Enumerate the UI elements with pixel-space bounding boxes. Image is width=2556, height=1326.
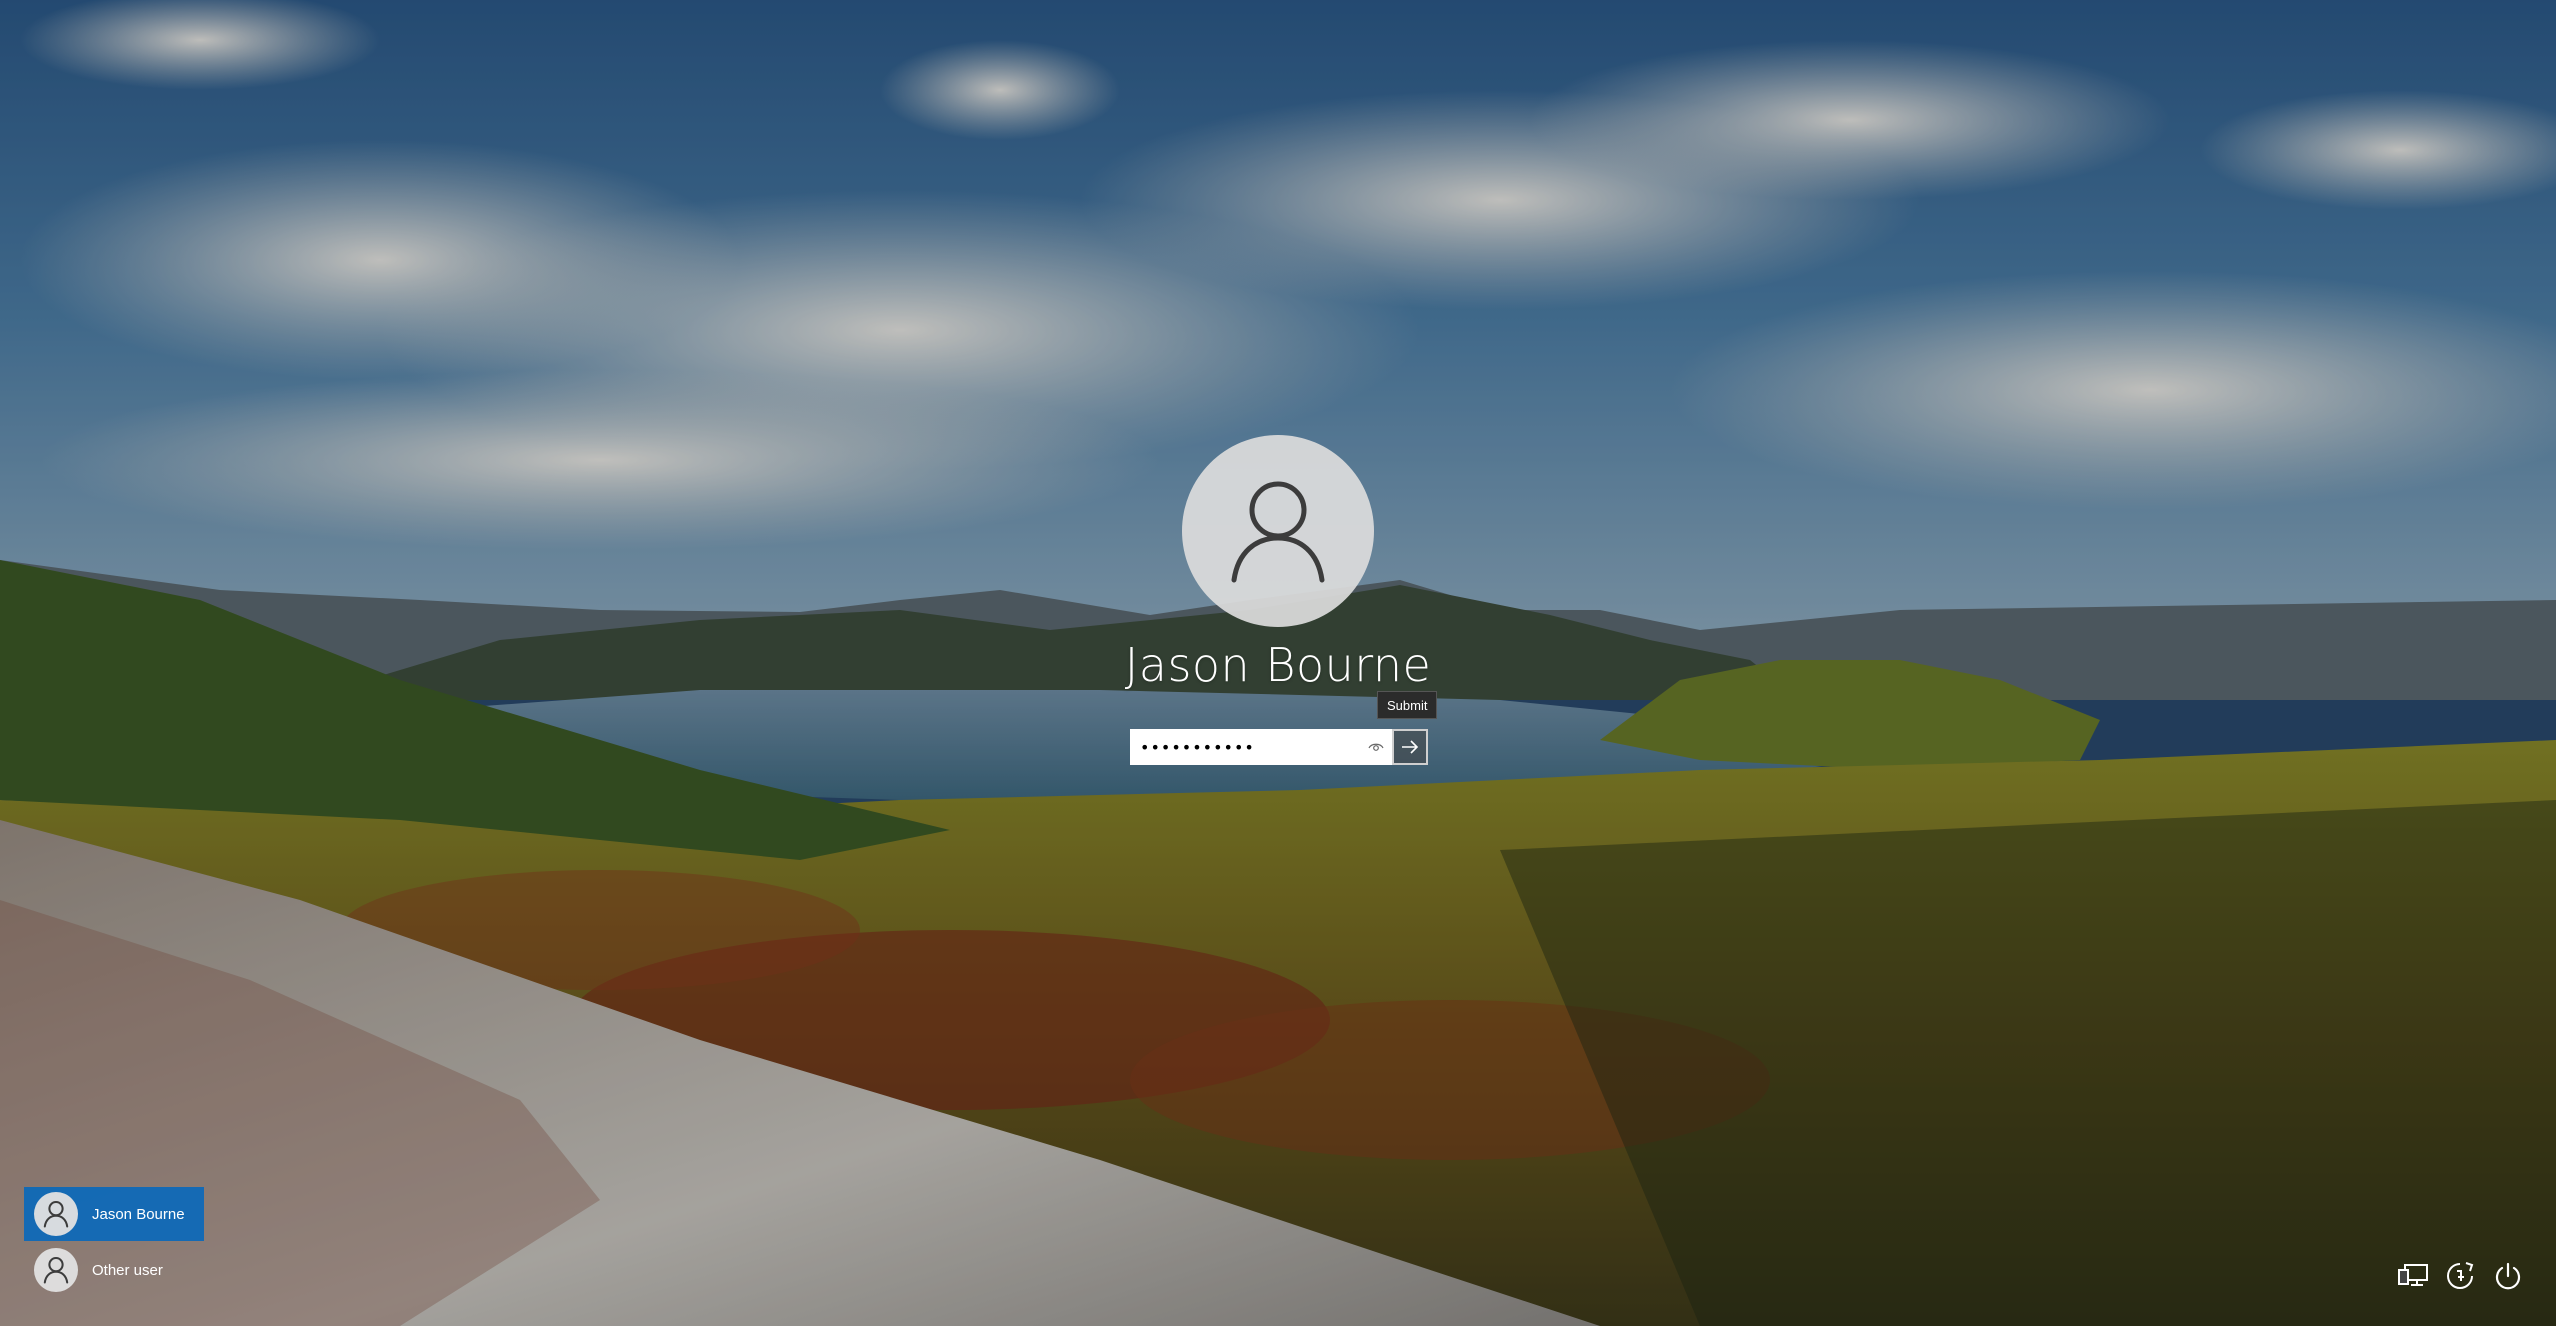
user-silhouette-icon: [1231, 481, 1325, 583]
user-switch-other-user[interactable]: Other user: [24, 1243, 204, 1297]
user-switch-label: Other user: [92, 1261, 163, 1279]
user-avatar-large: [1182, 435, 1374, 627]
reveal-password-button[interactable]: [1362, 731, 1390, 763]
user-switch-jason-bourne[interactable]: Jason Bourne: [24, 1187, 204, 1241]
password-field[interactable]: [1132, 732, 1362, 762]
avatar: [34, 1248, 78, 1292]
ease-of-access-icon: [2447, 1262, 2474, 1289]
user-silhouette-icon: [43, 1201, 69, 1228]
eye-icon: [1368, 743, 1384, 751]
user-switch-label: Jason Bourne: [92, 1205, 185, 1223]
submit-button[interactable]: [1392, 729, 1428, 765]
submit-tooltip: Submit: [1377, 691, 1438, 719]
user-switcher-list: Jason Bourne Other user: [24, 1187, 204, 1297]
avatar: [34, 1192, 78, 1236]
user-name-title: Jason Bourne: [1124, 638, 1432, 692]
lock-screen: Jason Bourne Submit Jason Bourne: [0, 0, 2556, 1326]
power-icon: [2495, 1262, 2521, 1290]
arrow-right-icon: [1402, 740, 1419, 754]
user-silhouette-icon: [43, 1257, 69, 1284]
network-icon: [2398, 1264, 2428, 1286]
power-button[interactable]: [2488, 1256, 2528, 1296]
password-box: [1130, 729, 1392, 765]
network-button[interactable]: [2393, 1256, 2433, 1296]
ease-of-access-button[interactable]: [2440, 1256, 2480, 1296]
